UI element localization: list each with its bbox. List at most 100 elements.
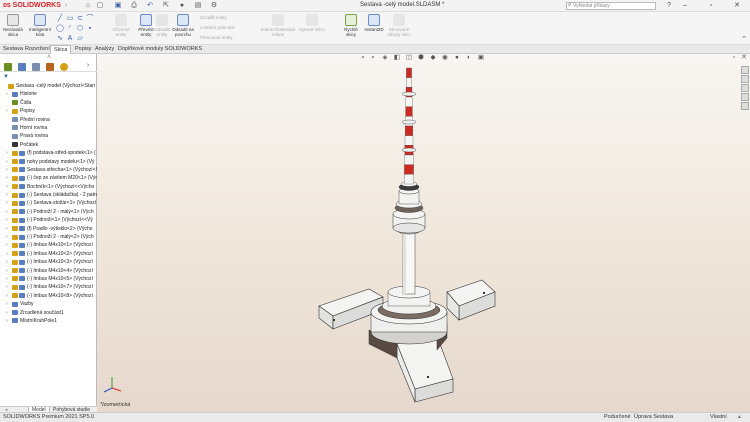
tree-item[interactable]: › Sestava-střecha<1> (Výchozí<S	[0, 166, 97, 174]
expand-arrow-icon[interactable]: ›	[6, 199, 8, 207]
select-icon[interactable]: ⇱	[162, 2, 170, 10]
repair-sketch-button[interactable]: Opravit skicu	[298, 14, 326, 32]
spline-tool-icon[interactable]: ∿	[56, 35, 64, 43]
units-selector[interactable]: Vlastní	[710, 413, 727, 422]
undo-icon[interactable]: ↶	[146, 2, 154, 10]
smart-dimension-button[interactable]: Inteligentní kóta	[27, 14, 53, 37]
offset-entities-button[interactable]: Odsadit entity	[150, 14, 174, 37]
tree-item[interactable]: › Bochník<1> (Výchozí<<Výcho	[0, 183, 97, 191]
tree-item[interactable]: › (-) Podnoží<1> (Výchozí<<Vý	[0, 216, 97, 224]
expand-arrow-icon[interactable]: ›	[6, 317, 8, 325]
tab-evaluate[interactable]: Analýzy	[92, 45, 117, 54]
expand-arrow-icon[interactable]: ›	[6, 275, 8, 283]
line-tool-icon[interactable]: ╱	[56, 15, 64, 23]
fillet-tool-icon[interactable]: ⌒	[86, 15, 94, 23]
tree-item[interactable]: Pravá rovina	[0, 132, 97, 140]
chevron-up-icon[interactable]: ˄	[45, 54, 53, 62]
tree-item[interactable]: › (-) Podnoží 2 - malý<2> (Vých	[0, 233, 97, 241]
display-manager-tab-icon[interactable]	[60, 63, 68, 71]
tv-tower-model[interactable]	[97, 54, 750, 412]
tree-item[interactable]: › (-) Imbus M4x10<5> (Výchozí	[0, 275, 97, 283]
tree-item[interactable]: Čidla	[0, 99, 97, 107]
tree-item[interactable]: › (-) Imbus M4x10<2> (Výchozí	[0, 250, 97, 258]
tree-item[interactable]: › (-) Imbus M4x10<8> (Výchozí	[0, 292, 97, 300]
expand-arrow-icon[interactable]: ›	[6, 216, 8, 224]
tree-item[interactable]: › Historie	[0, 90, 97, 98]
expand-arrow-icon[interactable]: ›	[6, 191, 8, 199]
search-input[interactable]: ⌕ Vyhledat příkazy	[566, 2, 656, 10]
panel-more-icon[interactable]: ›	[84, 62, 92, 70]
expand-arrow-icon[interactable]: ›	[6, 250, 8, 258]
text-tool-icon[interactable]: A	[66, 35, 74, 43]
help-icon[interactable]: ?	[664, 1, 674, 11]
expand-arrow-icon[interactable]: ›	[6, 107, 8, 115]
tree-item[interactable]: › (-) Imbus M4x10<7> (Výchozí	[0, 283, 97, 291]
minimize-icon[interactable]: –	[680, 1, 690, 11]
dimxpert-tab-icon[interactable]	[46, 63, 54, 71]
expand-arrow-icon[interactable]: ›	[6, 309, 8, 317]
tree-item[interactable]: Přední rovina	[0, 116, 97, 124]
configuration-manager-tab-icon[interactable]	[32, 63, 40, 71]
expand-arrow-icon[interactable]: ›	[6, 300, 8, 308]
arc-tool-icon[interactable]: ◜	[66, 25, 74, 33]
close-icon[interactable]: ✕	[732, 1, 742, 11]
point-tool-icon[interactable]: ▪	[86, 25, 94, 33]
rebuild-icon[interactable]: ●	[178, 2, 186, 10]
options-icon[interactable]: ⚙	[210, 2, 218, 10]
quick-snaps-button[interactable]: Rychlé skicy	[340, 14, 362, 37]
graphics-area[interactable]: ⌕ ⌕ ◈ ◧ ◫ ⬢ ◆ ◉ ● ◐ ▣ ▫ ✕ *Izometrická	[97, 54, 750, 412]
circle-tool-icon[interactable]: ◯	[56, 25, 64, 33]
trim-entities-button[interactable]: Oříznout entity	[108, 14, 134, 37]
tree-item[interactable]: › (-) Imbus M4x10<3> (Výchozí	[0, 258, 97, 266]
offset-on-surface-button[interactable]: Odsadit na povrchu	[172, 14, 194, 37]
tree-item[interactable]: › (f) Pradlo -výtisklo<2> (Výcho	[0, 225, 97, 233]
tree-item[interactable]: › (-) Sestava-stožár<1> (Výchozí	[0, 199, 97, 207]
sketch-button[interactable]: Nezávislá skica	[2, 14, 24, 37]
save-icon[interactable]: ▣	[114, 2, 122, 10]
tree-item[interactable]: › (f) podstava-střed-spodek<1> (	[0, 149, 97, 157]
display-relations-button[interactable]: Zobrazit/odstranit relace	[258, 14, 298, 37]
expand-arrow-icon[interactable]: ›	[6, 166, 8, 174]
tree-item[interactable]: › Vazby	[0, 300, 97, 308]
expand-arrow-icon[interactable]: ›	[6, 241, 8, 249]
slot-tool-icon[interactable]: ⊂	[76, 15, 84, 23]
property-manager-tab-icon[interactable]	[18, 63, 26, 71]
expand-arrow-icon[interactable]: ›	[6, 258, 8, 266]
filter-icon[interactable]: ▼	[3, 74, 9, 80]
expand-arrow-icon[interactable]: ›	[6, 283, 8, 291]
file-properties-icon[interactable]: ▤	[194, 2, 202, 10]
tree-item[interactable]: › MístníKruhPole1	[0, 317, 97, 325]
collapse-ribbon-icon[interactable]: ⌃	[740, 36, 748, 44]
tree-item[interactable]: › Popisy	[0, 107, 97, 115]
mirror-entities-button[interactable]: Zrcadlit entity	[200, 15, 227, 20]
tree-item[interactable]: › (-) čep ze závitem M20<1> (Výc	[0, 174, 97, 182]
shaded-contours-button[interactable]: Stínované obrysy skici	[386, 14, 412, 37]
tree-item[interactable]: › (-) Imbus M4x10<1> (Výchozí	[0, 241, 97, 249]
expand-arrow-icon[interactable]: ›	[6, 174, 8, 182]
tab-sketch[interactable]: Skica	[50, 45, 72, 54]
rectangle-tool-icon[interactable]: ▭	[66, 15, 74, 23]
polygon-tool-icon[interactable]: ⬡	[76, 25, 84, 33]
tab-addins[interactable]: Doplňkové moduly SOLIDWORKS	[115, 45, 205, 54]
expand-arrow-icon[interactable]: ›	[6, 149, 8, 157]
tree-item[interactable]: › Zrcadlená součást1	[0, 309, 97, 317]
home-icon[interactable]: ⌂	[84, 2, 92, 10]
tree-item[interactable]: › nohy podstavy modelu<1> (Vý	[0, 158, 97, 166]
tree-root-item[interactable]: Sestava -celý model (Výchozí<Stan	[0, 82, 97, 90]
tree-item[interactable]: › (-) Sestava (skládačka) - 2 patro	[0, 191, 97, 199]
expand-arrow-icon[interactable]: ›	[6, 208, 8, 216]
print-icon[interactable]: ⎙	[130, 2, 138, 10]
restore-icon[interactable]: ▫	[706, 1, 716, 11]
expand-arrow-icon[interactable]: ›	[6, 233, 8, 241]
expand-arrow-icon[interactable]: ›	[6, 158, 8, 166]
move-entities-button[interactable]: Přesunout entity	[200, 35, 233, 40]
app-logo[interactable]: ᴅꜱ SOLIDWORKS	[3, 1, 61, 9]
tree-item[interactable]: › (-) Imbus M4x10<4> (Výchozí	[0, 267, 97, 275]
status-options-icon[interactable]: ▴	[738, 413, 741, 422]
tree-item[interactable]: Horní rovina	[0, 124, 97, 132]
expand-arrow-icon[interactable]: ›	[6, 225, 8, 233]
tree-item[interactable]: › (-) Podnoží 2 - malý<1> (Vých	[0, 208, 97, 216]
linear-pattern-button[interactable]: Lineární pole skic	[200, 25, 235, 30]
tree-item[interactable]: Počátek	[0, 141, 97, 149]
expand-arrow-icon[interactable]: ›	[6, 292, 8, 300]
